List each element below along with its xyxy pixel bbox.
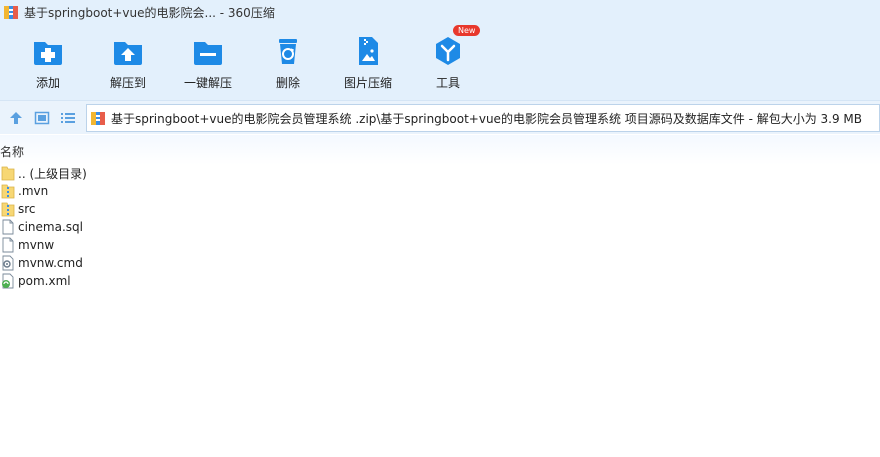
zipped-folder-icon	[1, 201, 15, 217]
image-compress-button[interactable]: 图片压缩	[328, 28, 408, 94]
cmd-gear-icon	[1, 255, 15, 271]
list-item[interactable]: mvnw.cmd	[0, 254, 880, 272]
archive-app-icon	[3, 4, 19, 20]
list-view-icon[interactable]	[60, 110, 76, 126]
file-list: .. (上级目录) .mvn src cinema.sql mvnw mvnw.…	[0, 164, 880, 290]
add-button[interactable]: 添加	[8, 28, 88, 94]
extract-to-icon	[111, 34, 145, 68]
zip-archive-icon	[90, 110, 106, 126]
address-bar[interactable]: 基于springboot+vue的电影院会员管理系统 .zip\基于spring…	[86, 104, 880, 132]
add-label: 添加	[35, 76, 60, 90]
file-name: .mvn	[18, 184, 49, 198]
file-name: mvnw	[18, 238, 55, 252]
navigation-bar: 基于springboot+vue的电影院会员管理系统 .zip\基于spring…	[0, 100, 880, 134]
list-item[interactable]: mvnw	[0, 236, 880, 254]
list-item[interactable]: .. (上级目录)	[0, 164, 880, 182]
file-name: cinema.sql	[18, 220, 83, 234]
zipped-folder-icon	[1, 183, 15, 199]
tools-label: 工具	[435, 76, 460, 90]
list-item[interactable]: src	[0, 200, 880, 218]
file-name: mvnw.cmd	[18, 256, 83, 270]
file-name: .. (上级目录)	[18, 166, 87, 181]
tools-icon: New	[431, 25, 481, 68]
list-item[interactable]: pom.xml	[0, 272, 880, 290]
file-name: pom.xml	[18, 274, 71, 288]
folder-icon	[1, 165, 15, 181]
tools-button[interactable]: New 工具	[408, 25, 488, 94]
column-header: 名称	[0, 135, 880, 165]
image-compress-label: 图片压缩	[343, 76, 392, 90]
delete-button[interactable]: 删除	[248, 28, 328, 94]
list-item[interactable]: cinema.sql	[0, 218, 880, 236]
one-click-extract-button[interactable]: 一键解压	[168, 28, 248, 94]
extract-to-button[interactable]: 解压到	[88, 28, 168, 94]
one-click-extract-icon	[191, 34, 225, 68]
toolbar: 添加 解压到 一键解压 删除 图片压缩 New 工具	[0, 25, 880, 94]
extract-to-label: 解压到	[109, 76, 146, 90]
delete-label: 删除	[275, 76, 300, 90]
new-badge: New	[453, 25, 481, 36]
title-bar: 基于springboot+vue的电影院会... - 360压缩	[0, 0, 880, 24]
document-icon	[1, 237, 15, 253]
list-item[interactable]: .mvn	[0, 182, 880, 200]
one-click-extract-label: 一键解压	[183, 76, 232, 90]
image-compress-icon	[351, 34, 385, 68]
xml-file-icon	[1, 273, 15, 289]
file-name: src	[18, 202, 36, 216]
name-column-header[interactable]: 名称	[0, 143, 24, 160]
thumbnail-view-icon[interactable]	[34, 110, 50, 126]
up-arrow-icon[interactable]	[8, 110, 24, 126]
add-icon	[31, 34, 65, 68]
delete-icon	[271, 34, 305, 68]
archive-path: 基于springboot+vue的电影院会员管理系统 .zip\基于spring…	[111, 111, 863, 126]
window-title: 基于springboot+vue的电影院会... - 360压缩	[24, 5, 275, 20]
document-icon	[1, 219, 15, 235]
